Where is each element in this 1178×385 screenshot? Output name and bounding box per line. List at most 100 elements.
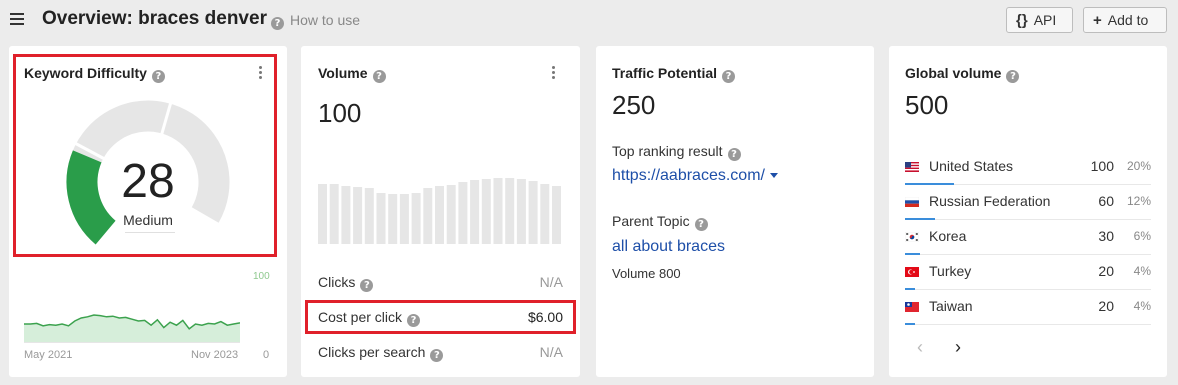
traffic-potential-card: Traffic Potential? 250 Top ranking resul… bbox=[596, 46, 874, 377]
country-row[interactable]: United States 100 20% bbox=[905, 150, 1151, 185]
cost-per-click-label: Cost per click bbox=[318, 309, 403, 325]
volume-bar bbox=[423, 188, 433, 244]
country-share-bar bbox=[905, 323, 915, 325]
page-title: Overview: braces denver bbox=[42, 8, 267, 29]
api-button[interactable]: {} API bbox=[1006, 7, 1073, 33]
country-percent: 4% bbox=[1133, 264, 1151, 278]
volume-value: 100 bbox=[318, 98, 362, 128]
help-icon[interactable]: ? bbox=[694, 218, 708, 231]
kr-flag-icon bbox=[905, 232, 919, 242]
help-icon[interactable]: ? bbox=[727, 148, 741, 161]
volume-bar bbox=[318, 184, 327, 244]
volume-label: Volume bbox=[318, 65, 368, 81]
ru-flag-icon bbox=[905, 197, 919, 207]
difficulty-score: 28 bbox=[121, 155, 175, 208]
help-icon[interactable]: ? bbox=[1006, 70, 1020, 83]
clicks-per-search-value: N/A bbox=[539, 344, 563, 360]
difficulty-level: Medium bbox=[123, 212, 173, 228]
country-volume: 100 bbox=[1090, 158, 1114, 174]
volume-bar bbox=[528, 181, 538, 244]
country-name: Taiwan bbox=[929, 298, 973, 314]
country-volume: 20 bbox=[1098, 298, 1114, 314]
volume-bar bbox=[399, 194, 409, 244]
how-to-use-label: How to use bbox=[290, 12, 361, 28]
country-volume: 30 bbox=[1098, 228, 1114, 244]
country-row[interactable]: Russian Federation 60 12% bbox=[905, 185, 1151, 220]
hamburger-menu-icon[interactable] bbox=[10, 13, 24, 25]
country-percent: 4% bbox=[1133, 299, 1151, 313]
country-name: Korea bbox=[929, 228, 967, 244]
volume-bar bbox=[341, 186, 351, 244]
help-icon[interactable]: ? bbox=[407, 314, 421, 327]
parent-topic-link[interactable]: all about braces bbox=[612, 238, 725, 256]
previous-page-icon[interactable]: ‹ bbox=[917, 337, 923, 358]
keyword-difficulty-card: Keyword Difficulty? 28 Medium 100 May 20… bbox=[9, 46, 287, 377]
volume-bar bbox=[353, 187, 363, 244]
how-to-use-link[interactable]: ? How to use bbox=[271, 12, 360, 30]
volume-bar bbox=[481, 179, 491, 244]
volume-bar bbox=[388, 194, 398, 244]
country-name: Turkey bbox=[929, 263, 972, 279]
volume-bar bbox=[329, 184, 339, 244]
parent-topic-volume: Volume 800 bbox=[612, 266, 681, 281]
global-volume-card: Global volume? 500 United States 100 20%… bbox=[889, 46, 1167, 377]
country-row[interactable]: Korea 30 6% bbox=[905, 220, 1151, 255]
parent-topic-row: Parent Topic? bbox=[612, 213, 708, 231]
trend-y-min: 0 bbox=[263, 349, 270, 361]
country-percent: 12% bbox=[1126, 194, 1151, 208]
country-name: United States bbox=[929, 158, 1014, 174]
volume-bar bbox=[411, 193, 421, 244]
volume-title: Volume? bbox=[318, 65, 386, 83]
country-name: Russian Federation bbox=[929, 193, 1051, 209]
volume-bar bbox=[458, 182, 468, 244]
caret-down-icon[interactable] bbox=[769, 173, 778, 178]
volume-bar bbox=[493, 178, 503, 244]
volume-bar bbox=[516, 179, 526, 244]
top-bar: Overview: braces denver ? How to use {} AP… bbox=[0, 0, 1178, 40]
more-options-icon[interactable] bbox=[552, 66, 556, 81]
braces-icon: {} bbox=[1016, 11, 1028, 29]
traffic-potential-value: 250 bbox=[612, 90, 656, 120]
help-icon[interactable]: ? bbox=[372, 70, 386, 83]
tr-flag-icon bbox=[905, 267, 919, 277]
trend-baseline bbox=[24, 342, 240, 343]
traffic-potential-title: Traffic Potential? bbox=[612, 65, 736, 83]
volume-bar bbox=[435, 186, 444, 244]
difficulty-trend-chart bbox=[24, 314, 240, 342]
clicks-per-search-row: Clicks per search? bbox=[318, 344, 444, 362]
top-ranking-result-row: Top ranking result? bbox=[612, 143, 741, 161]
volume-bar bbox=[552, 186, 561, 244]
clicks-row: Clicks? bbox=[318, 274, 374, 292]
country-row[interactable]: Taiwan 20 4% bbox=[905, 290, 1151, 325]
cost-per-click-value: $6.00 bbox=[527, 309, 563, 325]
us-flag-icon bbox=[905, 162, 919, 172]
global-volume-title: Global volume? bbox=[905, 65, 1020, 83]
add-to-button-label: Add to bbox=[1107, 12, 1149, 28]
top-ranking-result-label: Top ranking result bbox=[612, 143, 723, 159]
help-icon: ? bbox=[271, 17, 284, 30]
help-icon[interactable]: ? bbox=[722, 70, 736, 83]
volume-bar bbox=[540, 184, 550, 244]
next-page-icon[interactable]: › bbox=[955, 337, 961, 358]
add-to-button[interactable]: + Add to bbox=[1083, 7, 1167, 33]
volume-bar bbox=[505, 178, 515, 244]
volume-bar bbox=[376, 193, 386, 244]
help-icon[interactable]: ? bbox=[430, 349, 444, 362]
cost-per-click-row: Cost per click? bbox=[318, 309, 421, 327]
clicks-per-search-label: Clicks per search bbox=[318, 344, 426, 360]
tw-flag-icon bbox=[905, 302, 919, 312]
country-volume: 20 bbox=[1098, 263, 1114, 279]
top-ranking-result-link[interactable]: https://aabraces.com/ bbox=[612, 167, 778, 185]
parent-topic-label: Parent Topic bbox=[612, 213, 690, 229]
country-row[interactable]: Turkey 20 4% bbox=[905, 255, 1151, 290]
global-volume-value: 500 bbox=[905, 90, 949, 120]
volume-bar bbox=[364, 188, 374, 244]
volume-history-chart bbox=[318, 178, 561, 244]
plus-icon: + bbox=[1093, 11, 1102, 29]
traffic-potential-label: Traffic Potential bbox=[612, 65, 718, 81]
volume-card: Volume? 100 Clicks? N/A Cost per click? … bbox=[301, 46, 580, 377]
help-icon[interactable]: ? bbox=[360, 279, 374, 292]
country-percent: 6% bbox=[1133, 229, 1151, 243]
country-percent: 20% bbox=[1126, 159, 1151, 173]
clicks-label: Clicks bbox=[318, 274, 356, 290]
